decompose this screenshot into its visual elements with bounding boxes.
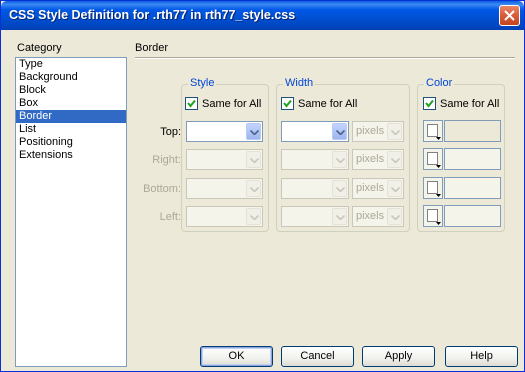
- chevron-down-icon: [336, 130, 345, 135]
- style-top-dropdown[interactable]: [246, 123, 261, 140]
- width-right-unit: pixels: [356, 153, 385, 165]
- color-same-label: Same for All: [440, 98, 500, 110]
- window-title: CSS Style Definition for .rth77 in rth77…: [9, 8, 296, 22]
- style-bottom-dropdown[interactable]: [246, 180, 261, 197]
- width-top-select[interactable]: [281, 121, 349, 142]
- color-right-chip: [427, 152, 438, 165]
- category-item-block[interactable]: Block: [16, 84, 126, 97]
- category-label: Category: [17, 42, 62, 54]
- width-left-select[interactable]: [281, 206, 349, 227]
- width-left-unit-dropdown[interactable]: [387, 208, 402, 225]
- category-list[interactable]: Type Background Block Box Border List Po…: [15, 57, 127, 367]
- width-top-unit-dropdown[interactable]: [387, 123, 402, 140]
- chevron-down-icon: [436, 222, 441, 225]
- chevron-down-icon: [336, 215, 345, 220]
- width-same-checkbox[interactable]: [281, 97, 294, 110]
- chevron-down-icon: [250, 187, 259, 192]
- category-item-border[interactable]: Border: [16, 110, 126, 123]
- width-left-unit-select[interactable]: pixels: [352, 206, 404, 227]
- style-same-label: Same for All: [202, 98, 262, 110]
- width-group-legend: Width: [283, 77, 316, 89]
- title-bar[interactable]: CSS Style Definition for .rth77 in rth77…: [1, 1, 524, 30]
- width-top-unit: pixels: [356, 125, 385, 137]
- category-item-type[interactable]: Type: [16, 58, 126, 71]
- width-bottom-unit-dropdown[interactable]: [387, 180, 402, 197]
- chevron-down-icon: [436, 194, 441, 197]
- style-bottom-select[interactable]: [186, 178, 263, 199]
- category-item-box[interactable]: Box: [16, 97, 126, 110]
- color-bottom-swatch[interactable]: [423, 177, 443, 199]
- width-same-label: Same for All: [298, 98, 358, 110]
- width-right-unit-select[interactable]: pixels: [352, 149, 404, 170]
- color-right-input[interactable]: [444, 148, 501, 170]
- color-left-chip: [427, 209, 438, 222]
- category-item-background[interactable]: Background: [16, 71, 126, 84]
- row-label-left: Left:: [159, 211, 181, 223]
- cancel-button[interactable]: Cancel: [281, 346, 354, 367]
- row-label-right: Right:: [152, 154, 181, 166]
- width-left-unit: pixels: [356, 210, 385, 222]
- width-top-unit-select[interactable]: pixels: [352, 121, 404, 142]
- category-item-extensions[interactable]: Extensions: [16, 149, 126, 162]
- chevron-down-icon: [391, 215, 400, 220]
- color-right-swatch[interactable]: [423, 148, 443, 170]
- width-left-dropdown[interactable]: [332, 208, 347, 225]
- width-bottom-dropdown[interactable]: [332, 180, 347, 197]
- style-right-select[interactable]: [186, 149, 263, 170]
- color-top-chip: [427, 124, 438, 137]
- checkmark-icon: [283, 99, 292, 108]
- chevron-down-icon: [436, 137, 441, 140]
- close-icon: [504, 10, 515, 21]
- width-bottom-unit-select[interactable]: pixels: [352, 178, 404, 199]
- close-button[interactable]: [499, 5, 520, 26]
- width-right-unit-dropdown[interactable]: [387, 151, 402, 168]
- category-item-positioning[interactable]: Positioning: [16, 136, 126, 149]
- row-label-top: Top:: [160, 126, 181, 138]
- checkmark-icon: [187, 99, 196, 108]
- style-group-legend: Style: [188, 77, 217, 89]
- chevron-down-icon: [250, 130, 259, 135]
- chevron-down-icon: [391, 187, 400, 192]
- width-top-dropdown[interactable]: [332, 123, 347, 140]
- apply-button[interactable]: Apply: [362, 346, 435, 367]
- chevron-down-icon: [250, 215, 259, 220]
- checkmark-icon: [425, 99, 434, 108]
- width-bottom-unit: pixels: [356, 182, 385, 194]
- color-top-input[interactable]: [444, 120, 501, 142]
- width-bottom-select[interactable]: [281, 178, 349, 199]
- style-left-dropdown[interactable]: [246, 208, 261, 225]
- style-top-select[interactable]: [186, 121, 263, 142]
- chevron-down-icon: [391, 158, 400, 163]
- chevron-down-icon: [336, 158, 345, 163]
- category-item-list[interactable]: List: [16, 123, 126, 136]
- section-divider: [135, 57, 515, 59]
- color-bottom-chip: [427, 181, 438, 194]
- row-label-bottom: Bottom:: [143, 183, 181, 195]
- color-left-input[interactable]: [444, 205, 501, 227]
- chevron-down-icon: [391, 130, 400, 135]
- color-group-legend: Color: [424, 77, 455, 89]
- width-right-select[interactable]: [281, 149, 349, 170]
- style-right-dropdown[interactable]: [246, 151, 261, 168]
- chevron-down-icon: [336, 187, 345, 192]
- color-bottom-input[interactable]: [444, 177, 501, 199]
- width-right-dropdown[interactable]: [332, 151, 347, 168]
- help-button[interactable]: Help: [445, 346, 518, 367]
- chevron-down-icon: [250, 158, 259, 163]
- dialog-window: CSS Style Definition for .rth77 in rth77…: [0, 0, 525, 372]
- color-same-checkbox[interactable]: [423, 97, 436, 110]
- chevron-down-icon: [436, 165, 441, 168]
- style-left-select[interactable]: [186, 206, 263, 227]
- color-left-swatch[interactable]: [423, 205, 443, 227]
- section-title: Border: [135, 42, 169, 54]
- style-same-checkbox[interactable]: [185, 97, 198, 110]
- ok-button[interactable]: OK: [200, 346, 273, 367]
- color-top-swatch[interactable]: [423, 120, 443, 142]
